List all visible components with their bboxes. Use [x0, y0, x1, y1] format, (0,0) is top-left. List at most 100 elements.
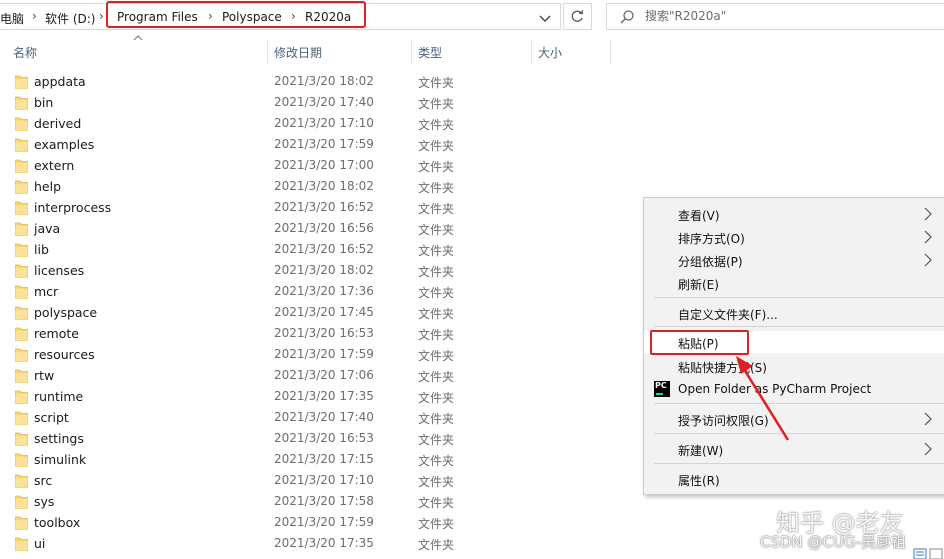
breadcrumb-separator: ›	[99, 9, 104, 23]
file-name: java	[34, 221, 61, 236]
menu-item-label: 属性(R)	[678, 474, 720, 488]
sort-ascending-icon	[133, 35, 143, 41]
breadcrumb-drive-d[interactable]: 软件 (D:)	[45, 10, 95, 27]
menu-item-refresh[interactable]: 刷新(E)	[644, 272, 944, 294]
file-date-modified: 2021/3/20 17:06	[274, 368, 374, 382]
file-name: src	[34, 473, 53, 488]
file-row[interactable]: settings 2021/3/20 16:53 文件夹	[0, 428, 640, 449]
file-type: 文件夹	[418, 328, 455, 342]
file-name: polyspace	[34, 305, 98, 320]
file-type: 文件夹	[418, 454, 455, 468]
file-row[interactable]: runtime 2021/3/20 17:35 文件夹	[0, 386, 640, 407]
folder-icon	[15, 180, 28, 194]
file-row[interactable]: toolbox 2021/3/20 17:59 文件夹	[0, 512, 640, 533]
file-date-modified: 2021/3/20 16:53	[274, 326, 374, 340]
menu-item-group-by[interactable]: 分组依据(P)	[644, 249, 944, 271]
file-row[interactable]: rtw 2021/3/20 17:06 文件夹	[0, 365, 640, 386]
column-header-size[interactable]: 大小	[538, 44, 562, 61]
file-row[interactable]: resources 2021/3/20 17:59 文件夹	[0, 344, 640, 365]
file-name: appdata	[34, 74, 86, 89]
file-row[interactable]: mcr 2021/3/20 17:36 文件夹	[0, 281, 640, 302]
file-type: 文件夹	[418, 433, 455, 447]
column-header-date-modified[interactable]: 修改日期	[274, 44, 322, 61]
menu-item-label: 新建(W)	[678, 444, 724, 458]
menu-item-properties[interactable]: 属性(R)	[644, 468, 944, 490]
file-row[interactable]: polyspace 2021/3/20 17:45 文件夹	[0, 302, 640, 323]
file-row[interactable]: interprocess 2021/3/20 16:52 文件夹	[0, 197, 640, 218]
menu-item-view[interactable]: 查看(V)	[644, 203, 944, 225]
file-date-modified: 2021/3/20 17:36	[274, 284, 374, 298]
file-row[interactable]: licenses 2021/3/20 18:02 文件夹	[0, 260, 640, 281]
file-name: mcr	[34, 284, 59, 299]
search-input[interactable]	[645, 7, 925, 25]
file-row[interactable]: bin 2021/3/20 17:40 文件夹	[0, 92, 640, 113]
file-type: 文件夹	[418, 349, 455, 363]
navigation-bar: 电脑 › 软件 (D:) › Program Files › Polyspace…	[0, 0, 944, 34]
pycharm-icon: PC	[654, 381, 670, 397]
file-name: licenses	[34, 263, 85, 278]
file-type: 文件夹	[418, 202, 455, 216]
file-name: ui	[34, 536, 46, 551]
file-row[interactable]: src 2021/3/20 17:10 文件夹	[0, 470, 640, 491]
file-row[interactable]: simulink 2021/3/20 17:15 文件夹	[0, 449, 640, 470]
breadcrumb-separator: ›	[32, 9, 37, 23]
column-header-name[interactable]: 名称	[13, 44, 37, 61]
folder-icon	[15, 369, 28, 383]
file-row[interactable]: script 2021/3/20 17:40 文件夹	[0, 407, 640, 428]
file-name: resources	[34, 347, 95, 362]
file-date-modified: 2021/3/20 17:00	[274, 158, 374, 172]
file-row[interactable]: lib 2021/3/20 16:52 文件夹	[0, 239, 640, 260]
chevron-down-icon[interactable]	[537, 12, 553, 26]
file-row[interactable]: ui 2021/3/20 17:35 文件夹	[0, 533, 640, 554]
file-date-modified: 2021/3/20 18:02	[274, 263, 374, 277]
file-row[interactable]: java 2021/3/20 16:56 文件夹	[0, 218, 640, 239]
menu-item-customize-folder[interactable]: 自定义文件夹(F)...	[644, 302, 944, 324]
file-date-modified: 2021/3/20 17:45	[274, 305, 374, 319]
file-date-modified: 2021/3/20 17:59	[274, 137, 374, 151]
refresh-button[interactable]	[563, 3, 592, 30]
file-type: 文件夹	[418, 223, 455, 237]
annotation-arrow-icon	[736, 356, 790, 441]
file-name: rtw	[34, 368, 55, 383]
file-name: simulink	[34, 452, 87, 467]
file-date-modified: 2021/3/20 17:10	[274, 473, 374, 487]
column-divider[interactable]	[610, 40, 611, 64]
file-row[interactable]: sys 2021/3/20 17:58 文件夹	[0, 491, 640, 512]
path-highlight-box	[106, 1, 366, 28]
file-name: derived	[34, 116, 82, 131]
search-box[interactable]	[606, 3, 944, 30]
folder-icon	[15, 390, 28, 404]
file-row[interactable]: remote 2021/3/20 16:53 文件夹	[0, 323, 640, 344]
chevron-right-icon	[924, 442, 932, 456]
folder-icon	[15, 453, 28, 467]
file-type: 文件夹	[418, 160, 455, 174]
view-mode-icons[interactable]	[913, 547, 944, 559]
menu-item-sort-by[interactable]: 排序方式(O)	[644, 226, 944, 248]
file-row[interactable]: derived 2021/3/20 17:10 文件夹	[0, 113, 640, 134]
file-row[interactable]: appdata 2021/3/20 18:02 文件夹	[0, 71, 640, 92]
menu-item-label: 排序方式(O)	[678, 232, 745, 246]
column-divider[interactable]	[267, 40, 268, 64]
column-divider[interactable]	[411, 40, 412, 64]
file-name: help	[34, 179, 62, 194]
file-date-modified: 2021/3/20 17:40	[274, 95, 374, 109]
file-date-modified: 2021/3/20 16:52	[274, 242, 374, 256]
file-date-modified: 2021/3/20 17:58	[274, 494, 374, 508]
file-row[interactable]: extern 2021/3/20 17:00 文件夹	[0, 155, 640, 176]
file-row[interactable]: examples 2021/3/20 17:59 文件夹	[0, 134, 640, 155]
menu-separator	[654, 326, 944, 327]
file-date-modified: 2021/3/20 17:59	[274, 347, 374, 361]
breadcrumb-this-pc[interactable]: 电脑	[0, 10, 24, 27]
column-header-type[interactable]: 类型	[418, 44, 442, 61]
folder-icon	[15, 222, 28, 236]
file-date-modified: 2021/3/20 18:02	[274, 74, 374, 88]
file-row[interactable]: help 2021/3/20 18:02 文件夹	[0, 176, 640, 197]
folder-icon	[15, 75, 28, 89]
folder-icon	[15, 516, 28, 530]
file-type: 文件夹	[418, 391, 455, 405]
file-date-modified: 2021/3/20 17:15	[274, 452, 374, 466]
column-divider[interactable]	[531, 40, 532, 64]
file-name: toolbox	[34, 515, 81, 530]
file-type: 文件夹	[418, 496, 455, 510]
folder-icon	[15, 243, 28, 257]
